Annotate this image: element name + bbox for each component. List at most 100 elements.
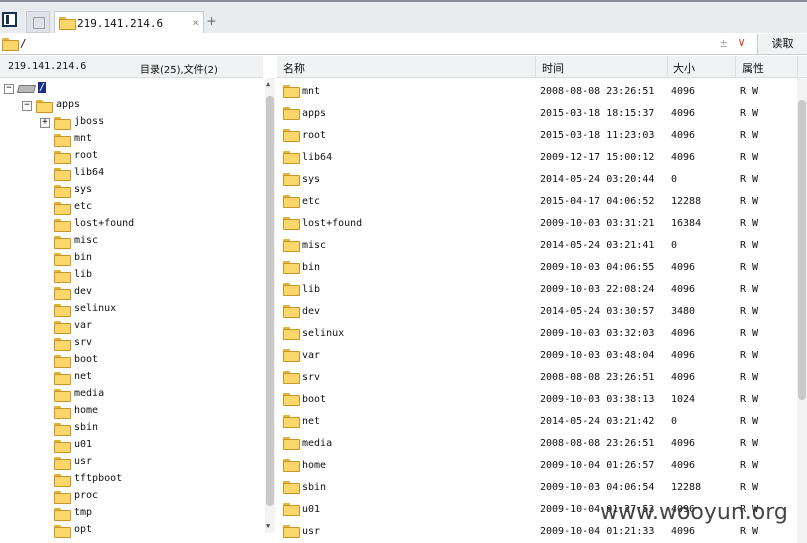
- file-row[interactable]: net 2014-05-24 03:21:42 0 R W: [277, 411, 797, 433]
- file-row[interactable]: sbin 2009-10-03 04:06:54 12288 R W: [277, 477, 797, 499]
- file-row[interactable]: lost+found 2009-10-03 03:31:21 16384 R W: [277, 213, 797, 235]
- folder-icon: [283, 239, 300, 252]
- file-row[interactable]: apps 2015-03-18 18:15:37 4096 R W: [277, 103, 797, 125]
- tree-node-label: home: [74, 405, 99, 416]
- tree-node-label: tmp: [74, 507, 93, 518]
- folder-icon: [283, 371, 300, 384]
- file-attr: R W: [740, 328, 759, 339]
- folder-icon: [54, 440, 71, 453]
- tree-node-label: sys: [74, 184, 93, 195]
- folder-icon: [54, 474, 71, 487]
- folder-icon: [283, 525, 300, 538]
- file-row[interactable]: bin 2009-10-03 04:06:55 4096 R W: [277, 257, 797, 279]
- file-time: 2014-05-24 03:21:41: [540, 240, 655, 251]
- folder-icon: [283, 305, 300, 318]
- file-attr: R W: [740, 218, 759, 229]
- square-icon: [33, 17, 45, 29]
- folder-icon: [283, 283, 300, 296]
- tree-node-label: tftpboot: [74, 473, 123, 484]
- file-row[interactable]: boot 2009-10-03 03:38:13 1024 R W: [277, 389, 797, 411]
- folder-icon: [54, 168, 71, 181]
- collapse-icon[interactable]: −: [4, 84, 14, 94]
- file-time: 2008-08-08 23:26:51: [540, 86, 655, 97]
- file-time: 2009-10-03 03:31:21: [540, 218, 655, 229]
- file-attr: R W: [740, 130, 759, 141]
- file-size: 4096: [671, 460, 696, 471]
- tab-active[interactable]: 219.141.214.6 ×: [54, 11, 204, 35]
- plus-minus-icon[interactable]: ±: [720, 36, 727, 50]
- file-time: 2009-10-04 01:26:57: [540, 460, 655, 471]
- file-row[interactable]: media 2008-08-08 23:26:51 4096 R W: [277, 433, 797, 455]
- close-icon[interactable]: ×: [192, 16, 199, 29]
- file-row[interactable]: home 2009-10-04 01:26:57 4096 R W: [277, 455, 797, 477]
- column-name[interactable]: 名称: [283, 60, 305, 76]
- file-row[interactable]: dev 2014-05-24 03:30:57 3480 R W: [277, 301, 797, 323]
- file-row[interactable]: mnt 2008-08-08 23:26:51 4096 R W: [277, 81, 797, 103]
- panel-toggle-icon[interactable]: [2, 12, 17, 27]
- folder-icon: [54, 389, 71, 402]
- file-size: 4096: [671, 438, 696, 449]
- folder-icon: [283, 349, 300, 362]
- file-time: 2014-05-24 03:21:42: [540, 416, 655, 427]
- file-attr: R W: [740, 86, 759, 97]
- file-row[interactable]: etc 2015-04-17 04:06:52 12288 R W: [277, 191, 797, 213]
- file-row[interactable]: srv 2008-08-08 23:26:51 4096 R W: [277, 367, 797, 389]
- tree-node-label: lib64: [74, 167, 105, 178]
- file-row[interactable]: selinux 2009-10-03 03:32:03 4096 R W: [277, 323, 797, 345]
- file-list: mnt 2008-08-08 23:26:51 4096 R W apps 2015-03…: [277, 81, 797, 543]
- file-attr: R W: [740, 262, 759, 273]
- path-input[interactable]: /: [20, 37, 27, 50]
- file-time: 2008-08-08 23:26:51: [540, 438, 655, 449]
- folder-icon: [54, 423, 71, 436]
- folder-icon: [54, 185, 71, 198]
- file-attr: R W: [740, 174, 759, 185]
- tree-node-label: lost+found: [74, 218, 135, 229]
- file-size: 1024: [671, 394, 696, 405]
- file-name: selinux: [302, 328, 345, 339]
- column-attr[interactable]: 属性: [742, 60, 764, 76]
- file-size: 4096: [671, 108, 696, 119]
- file-row[interactable]: lib64 2009-12-17 15:00:12 4096 R W: [277, 147, 797, 169]
- file-row[interactable]: lib 2009-10-03 22:08:24 4096 R W: [277, 279, 797, 301]
- folder-icon: [54, 508, 71, 521]
- tree-node-label: net: [74, 371, 93, 382]
- folder-icon: [283, 151, 300, 164]
- file-time: 2015-04-17 04:06:52: [540, 196, 655, 207]
- file-time: 2009-10-03 03:32:03: [540, 328, 655, 339]
- list-scroll-thumb[interactable]: [798, 100, 806, 400]
- collapse-icon[interactable]: −: [22, 101, 32, 111]
- file-time: 2009-10-04 01:21:33: [540, 526, 655, 537]
- folder-icon: [54, 406, 71, 419]
- folder-icon: [283, 393, 300, 406]
- file-row[interactable]: var 2009-10-03 03:48:04 4096 R W: [277, 345, 797, 367]
- read-button[interactable]: 读取: [757, 34, 807, 54]
- tree-node-label: bin: [74, 252, 93, 263]
- column-time[interactable]: 时间: [542, 60, 564, 76]
- folder-icon: [283, 503, 300, 516]
- file-row[interactable]: misc 2014-05-24 03:21:41 0 R W: [277, 235, 797, 257]
- file-size: 4096: [671, 130, 696, 141]
- file-time: 2008-08-08 23:26:51: [540, 372, 655, 383]
- file-size: 0: [671, 174, 678, 185]
- tree-scroll-thumb[interactable]: [266, 96, 274, 506]
- file-row[interactable]: root 2015-03-18 11:23:03 4096 R W: [277, 125, 797, 147]
- file-name: misc: [302, 240, 327, 251]
- scroll-down-icon[interactable]: ▼: [266, 522, 270, 530]
- file-time: 2009-10-03 03:48:04: [540, 350, 655, 361]
- tab-blank[interactable]: [26, 11, 50, 33]
- file-name: dev: [302, 306, 321, 317]
- chevron-down-icon[interactable]: ∨: [738, 35, 745, 49]
- folder-icon: [54, 253, 71, 266]
- file-name: usr: [302, 526, 321, 537]
- scroll-up-icon[interactable]: ▲: [266, 80, 270, 88]
- file-size: 0: [671, 240, 678, 251]
- file-row[interactable]: sys 2014-05-24 03:20:44 0 R W: [277, 169, 797, 191]
- tree-node-label: u01: [74, 439, 93, 450]
- file-size: 4096: [671, 372, 696, 383]
- expand-icon[interactable]: +: [40, 118, 50, 128]
- file-attr: R W: [740, 284, 759, 295]
- add-tab-icon[interactable]: +: [207, 14, 216, 29]
- column-size[interactable]: 大小: [673, 60, 695, 76]
- file-attr: R W: [740, 108, 759, 119]
- tree-node-label: proc: [74, 490, 99, 501]
